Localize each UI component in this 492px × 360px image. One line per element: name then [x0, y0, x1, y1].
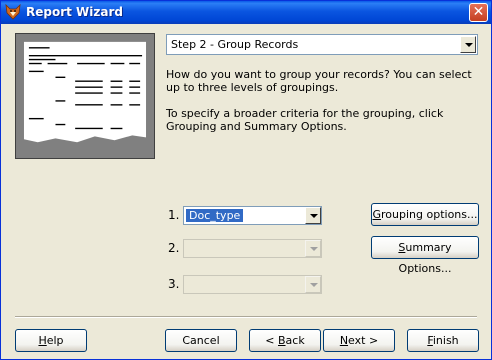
grouping-2-number: 2.	[168, 241, 180, 255]
broader-criteria-text: To specify a broader criteria for the gr…	[166, 107, 444, 133]
title-bar[interactable]: Report Wizard ✕	[1, 1, 491, 24]
chevron-down-icon[interactable]	[305, 240, 321, 257]
grouping-3-combo[interactable]	[183, 275, 322, 294]
chevron-down-icon[interactable]	[305, 276, 321, 293]
grouping-1-value: Doc_type	[184, 208, 245, 223]
fox-icon	[5, 4, 21, 20]
close-icon: ✕	[472, 4, 485, 20]
grouping-3-number: 3.	[168, 277, 180, 291]
report-wizard-window: Report Wizard ✕ Step 2 - Group Records H…	[0, 0, 492, 360]
finish-button[interactable]: Finish	[407, 329, 479, 352]
grouping-1-combo[interactable]: Doc_type	[183, 206, 322, 225]
window-title: Report Wizard	[26, 5, 123, 19]
footer-divider	[15, 316, 477, 318]
help-button[interactable]: Help	[15, 329, 87, 352]
grouping-2-combo[interactable]	[183, 239, 322, 258]
next-button[interactable]: Next >	[323, 329, 395, 352]
step-dropdown[interactable]: Step 2 - Group Records	[166, 34, 478, 55]
instructions-text: How do you want to group your records? Y…	[166, 68, 472, 94]
step-dropdown-value: Step 2 - Group Records	[171, 38, 299, 51]
cancel-button[interactable]: Cancel	[165, 329, 237, 352]
back-button[interactable]: < Back	[249, 329, 321, 352]
summary-options-button[interactable]: Summary Options...	[371, 236, 479, 275]
grouping-options-button[interactable]: Grouping options...	[371, 203, 479, 226]
grouping-1-number: 1.	[168, 208, 180, 222]
report-preview-image	[15, 33, 155, 159]
close-button[interactable]: ✕	[469, 3, 488, 22]
chevron-down-icon[interactable]	[460, 36, 476, 53]
chevron-down-icon[interactable]	[305, 207, 321, 224]
